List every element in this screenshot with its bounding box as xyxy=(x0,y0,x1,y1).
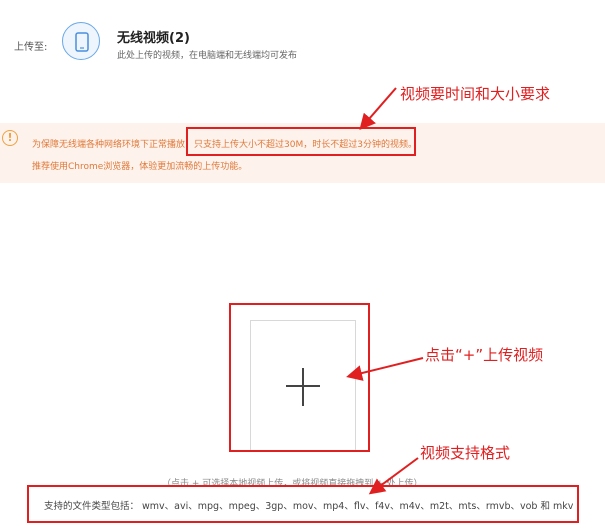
upload-to-label: 上传至: xyxy=(14,42,48,53)
annotation-box-formats xyxy=(27,485,579,523)
annotation-formats: 视频支持格式 xyxy=(420,444,511,462)
annotation-click-plus: 点击“+”上传视频 xyxy=(425,346,544,364)
notice-prefix: 为保障无线端各种网络环境下正常播放， xyxy=(32,140,195,150)
annotation-box-requirement xyxy=(186,127,416,156)
channel-subtitle: 此处上传的视频，在电脑端和无线端均可发布 xyxy=(117,51,298,61)
arrow-requirement xyxy=(359,87,397,131)
annotation-box-upload xyxy=(229,303,370,452)
warning-circle-icon: ! xyxy=(2,130,18,146)
channel-title: 无线视频(2) xyxy=(117,31,190,46)
annotation-size-requirement: 视频要时间和大小要求 xyxy=(400,85,551,103)
mobile-phone-icon xyxy=(62,22,100,60)
notice-line-2: 推荐使用Chrome浏览器，体验更加流畅的上传功能。 xyxy=(32,162,248,172)
